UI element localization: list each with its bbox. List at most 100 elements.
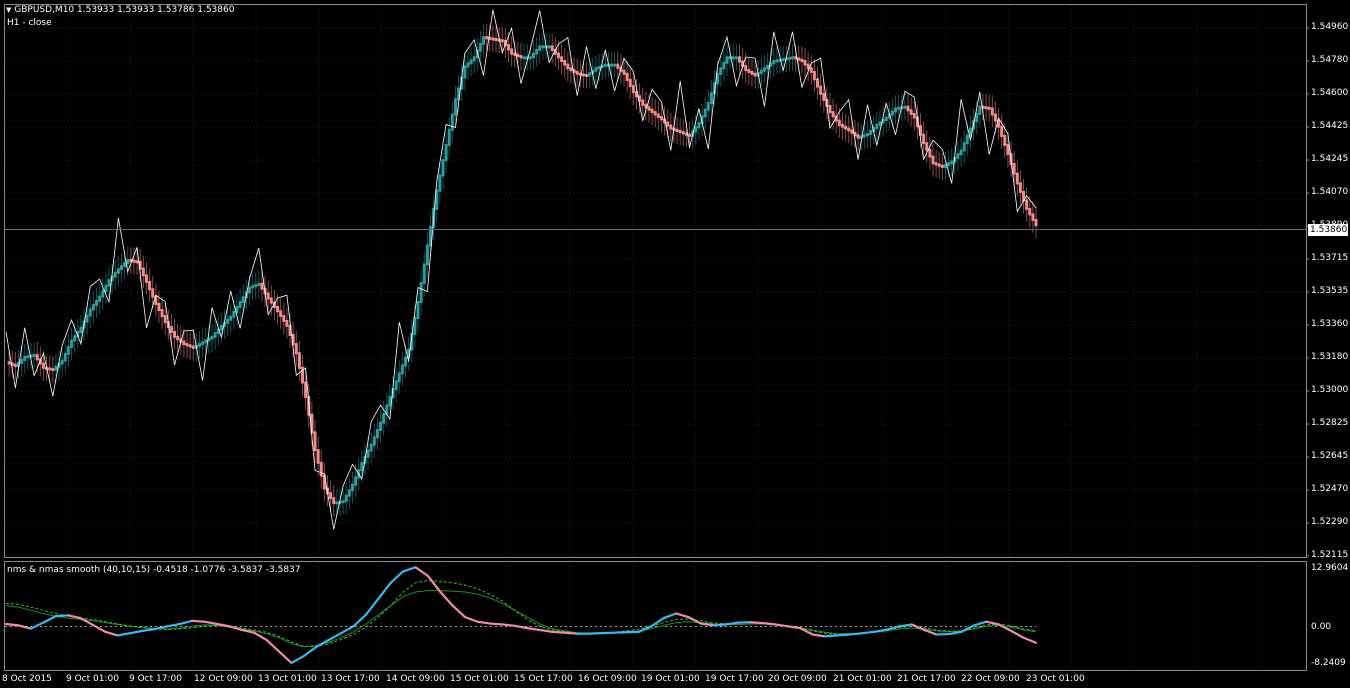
candle-body [581,73,585,77]
candle-body [354,476,358,486]
main-chart-grid [5,5,1309,557]
nms-indicator-lines [4,566,1038,664]
candle-body [803,59,807,66]
nms-line-segment [488,622,504,626]
candle-body [379,421,383,431]
price-axis-label: 1.54600 [1311,88,1349,98]
candle-body [766,64,770,70]
nms-line-segment [786,625,802,630]
candle-body [909,109,913,115]
candle-body [781,58,785,62]
candle-body [947,162,951,167]
candle-body [482,36,486,45]
candle-body [940,164,944,168]
candle-body [188,344,192,348]
candle-body [631,84,635,94]
candle-body [469,59,473,65]
dropdown-triangle-icon[interactable]: ▼ [6,6,11,14]
candle-body [984,106,988,110]
candle-body [800,58,804,62]
nms-line-segment [4,622,20,627]
candle-body [260,282,264,290]
candle-body [51,368,55,372]
candle-body [163,315,167,324]
nms-line-segment [178,619,194,626]
candle-body [575,70,579,75]
time-axis-label: 19 Oct 01:00 [641,674,700,684]
candle-body [772,59,776,65]
candle-body [201,341,205,346]
candle-body [73,335,77,342]
candle-body [313,431,317,452]
candle-body [950,160,954,165]
candle-body [251,285,255,289]
candle-body [1003,134,1007,146]
candle-body [101,290,105,298]
price-axis-label: 1.54245 [1311,154,1349,164]
candle-body [585,73,589,77]
candle-body [466,62,470,68]
candle-body [890,110,894,116]
candle-body [500,39,504,43]
candle-body [204,339,208,344]
nms-line-segment [1022,636,1038,644]
candle-body [257,282,261,287]
candle-body [1000,125,1004,137]
candle-body [613,63,617,67]
candle-body [675,128,679,132]
candle-body [869,129,873,136]
candle-body [688,133,692,137]
main-price-chart[interactable] [0,0,1350,688]
nms-line-segment [91,623,107,633]
candle-body [959,149,963,156]
sub-axis-zero: 0.00 [1311,622,1332,632]
candle-body [697,122,701,129]
price-axis-label: 1.52825 [1311,418,1349,428]
candle-body [737,56,741,63]
candle-body [213,332,217,338]
candle-body [862,134,866,138]
candle-body [88,308,92,317]
candle-body [563,59,567,66]
candle-body [210,335,214,340]
candle-body [157,302,161,312]
candle-body [173,330,177,338]
candle-body [850,129,854,134]
candle-body [856,134,860,139]
candle-body [847,127,851,132]
time-axis-label: 14 Oct 09:00 [386,674,445,684]
nms-line-segment [972,620,988,627]
candle-body [962,142,966,152]
price-axis-label: 1.52290 [1311,517,1349,527]
candle-body [472,56,476,62]
candle-body [669,124,673,130]
candle-body [148,281,152,291]
candle-body [894,107,898,113]
candle-body [566,63,570,70]
candle-body [550,45,554,52]
sub-axis-max: 12.9604 [1311,563,1349,573]
candle-body [297,352,301,369]
candle-body [762,67,766,72]
candle-body [66,346,70,355]
candle-body [538,45,542,52]
candle-body [70,339,74,349]
candle-body [650,108,654,114]
candle-body [119,265,123,271]
candle-body [369,443,373,452]
candle-body [441,159,445,177]
candle-body [35,354,39,361]
nms-line-segment [501,623,516,627]
candle-body [666,121,670,127]
candle-body [1012,162,1016,175]
candle-body [1015,172,1019,185]
time-axis-label: 22 Oct 09:00 [961,674,1020,684]
candle-body [491,37,495,41]
candle-body [560,56,564,62]
price-axis-label: 1.54780 [1311,55,1349,65]
candle-body [1031,213,1035,221]
h1-close-polyline [5,9,1037,530]
nms-line-segment [848,632,864,636]
candle-body [647,106,651,111]
candle-body [316,449,320,464]
